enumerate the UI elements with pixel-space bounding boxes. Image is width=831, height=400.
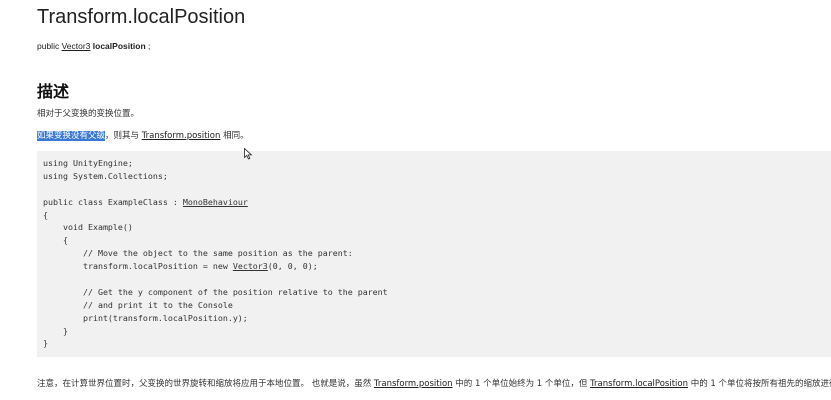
- code-line: void Example(): [43, 222, 133, 233]
- signature-member-name: localPosition: [92, 41, 146, 51]
- transform-position-link-2[interactable]: Transform.position: [374, 379, 453, 389]
- note-text-2: 中的 1 个单位始终为 1 个单位，但: [452, 379, 591, 389]
- description-parent-note: 如果变换没有父级，则其与 Transform.position 相同。: [37, 129, 249, 141]
- code-line: // Move the object to the same position …: [43, 248, 353, 259]
- code-line: }: [43, 338, 48, 349]
- code-line: // Get the y component of the position r…: [43, 286, 388, 297]
- transform-position-link[interactable]: Transform.position: [142, 131, 221, 141]
- code-example[interactable]: using UnityEngine; using System.Collectio…: [37, 151, 831, 357]
- api-signature: public Vector3 localPosition ;: [37, 41, 150, 51]
- description-parent-note-end: 相同。: [220, 131, 249, 141]
- code-line: {: [43, 209, 48, 220]
- description-text: 相对于父变换的变换位置。: [37, 109, 140, 119]
- page-title: Transform.localPosition: [37, 6, 246, 28]
- mouse-pointer-icon: [244, 148, 253, 160]
- description-heading: 描述: [37, 82, 70, 101]
- code-text: public class ExampleClass :: [43, 196, 183, 207]
- description-parent-note-mid: ，则其与: [105, 131, 142, 141]
- signature-suffix: ;: [145, 41, 151, 51]
- code-line: // and print it to the Console: [43, 299, 233, 310]
- note-text-1: 注意，在计算世界位置时，父变换的世界旋转和缩放将应用于本地位置。 也就是说，虽然: [37, 379, 374, 389]
- code-line: }: [43, 325, 68, 336]
- code-line: using System.Collections;: [43, 170, 168, 181]
- selected-text[interactable]: 如果变换没有父级: [37, 131, 106, 141]
- code-line: print(transform.localPosition.y);: [43, 312, 248, 323]
- code-line: transform.localPosition = new Vector3(0,…: [43, 260, 831, 273]
- code-line: public class ExampleClass : MonoBehaviou…: [43, 196, 831, 209]
- vector3-type-link[interactable]: Vector3: [62, 41, 91, 51]
- world-position-note: 注意，在计算世界位置时，父变换的世界旋转和缩放将应用于本地位置。 也就是说，虽然…: [37, 377, 831, 389]
- code-type-link[interactable]: Vector3: [233, 261, 268, 271]
- transform-localposition-link[interactable]: Transform.localPosition: [590, 379, 688, 389]
- note-text-3: 中的 1 个单位将按所有祖先的缩放进行缩放。: [690, 379, 831, 389]
- code-text: transform.localPosition = new: [43, 261, 233, 272]
- code-line: {: [43, 235, 68, 246]
- signature-prefix: public: [37, 41, 62, 51]
- code-line: using UnityEngine;: [43, 158, 133, 168]
- code-text: (0, 0, 0);: [267, 261, 318, 272]
- code-type-link[interactable]: MonoBehaviour: [183, 197, 248, 207]
